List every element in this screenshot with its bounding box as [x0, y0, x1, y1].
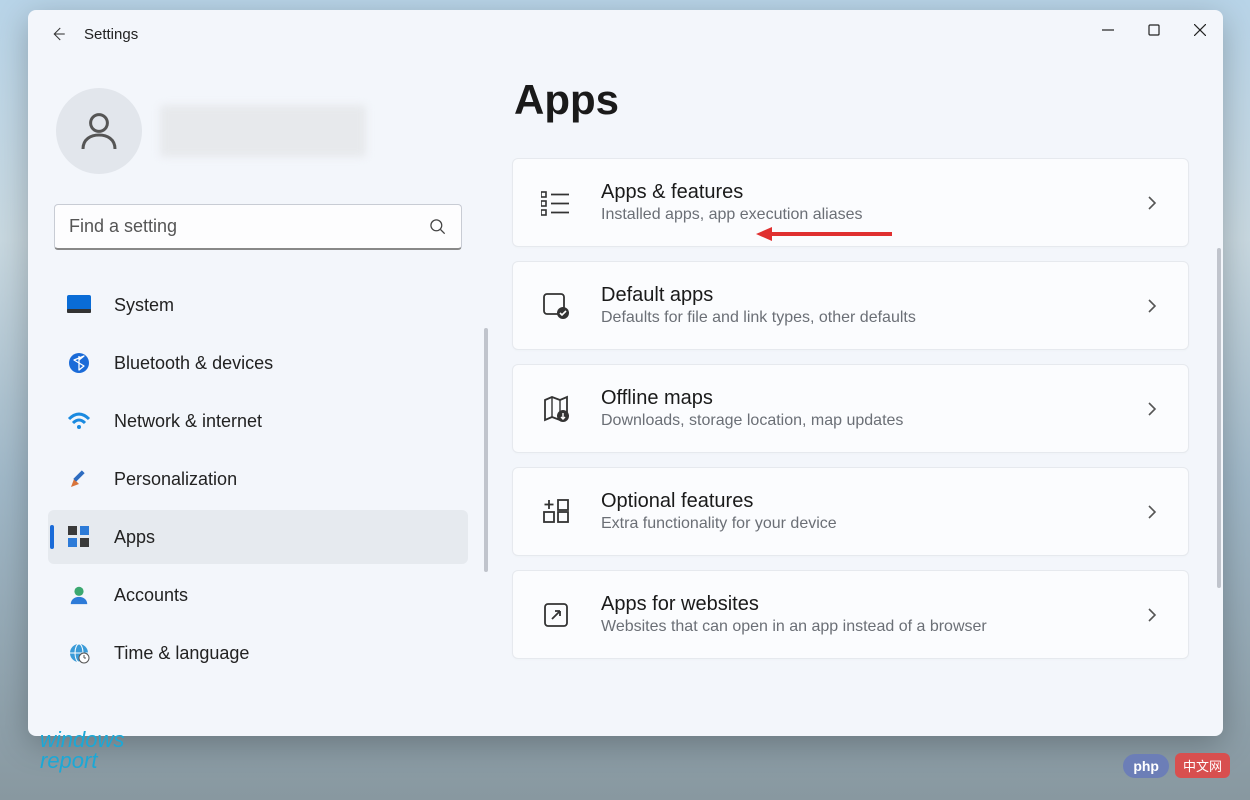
page-title: Apps	[514, 76, 1189, 124]
maximize-button[interactable]	[1131, 10, 1177, 50]
card-subtitle: Extra functionality for your device	[601, 515, 1114, 533]
chevron-right-icon	[1142, 296, 1162, 316]
accounts-icon	[66, 582, 92, 608]
list-icon	[539, 186, 573, 220]
main-panel: Apps Apps & features Installed apps, app…	[488, 58, 1223, 736]
personalization-icon	[66, 466, 92, 492]
offline-maps-icon	[539, 392, 573, 426]
sidebar-item-label: System	[114, 295, 174, 316]
sidebar-item-label: Time & language	[114, 643, 249, 664]
card-apps-features[interactable]: Apps & features Installed apps, app exec…	[512, 158, 1189, 247]
card-optional-features[interactable]: Optional features Extra functionality fo…	[512, 467, 1189, 556]
back-button[interactable]	[40, 16, 76, 52]
avatar	[56, 88, 142, 174]
network-icon	[66, 408, 92, 434]
profile-section[interactable]	[48, 70, 468, 198]
time-language-icon	[66, 640, 92, 666]
settings-window: Settings	[28, 10, 1223, 736]
sidebar-item-time-language[interactable]: Time & language	[48, 626, 468, 680]
card-subtitle: Installed apps, app execution aliases	[601, 206, 1114, 224]
sidebar-item-system[interactable]: System	[48, 278, 468, 332]
optional-features-icon	[539, 495, 573, 529]
person-icon	[75, 107, 123, 155]
sidebar-item-bluetooth[interactable]: Bluetooth & devices	[48, 336, 468, 390]
system-icon	[66, 292, 92, 318]
titlebar: Settings	[28, 10, 1223, 58]
card-default-apps[interactable]: Default apps Defaults for file and link …	[512, 261, 1189, 350]
sidebar-item-apps[interactable]: Apps	[48, 510, 468, 564]
sidebar-item-personalization[interactable]: Personalization	[48, 452, 468, 506]
arrow-left-icon	[49, 25, 67, 43]
sidebar-item-label: Accounts	[114, 585, 188, 606]
apps-websites-icon	[539, 598, 573, 632]
card-title: Apps & features	[601, 181, 1114, 204]
windows-report-watermark: windowsreport	[40, 730, 124, 772]
profile-name-blurred	[160, 105, 366, 157]
cn-badge: 中文网	[1175, 753, 1230, 778]
card-apps-for-websites[interactable]: Apps for websites Websites that can open…	[512, 570, 1189, 659]
card-title: Default apps	[601, 284, 1114, 307]
sidebar-nav: System Bluetooth & devices Network & int…	[48, 278, 468, 680]
chevron-right-icon	[1142, 605, 1162, 625]
cards-list: Apps & features Installed apps, app exec…	[512, 158, 1189, 659]
maximize-icon	[1148, 24, 1160, 36]
card-title: Offline maps	[601, 387, 1114, 410]
search-wrap	[54, 204, 462, 250]
chevron-right-icon	[1142, 193, 1162, 213]
sidebar-item-label: Apps	[114, 527, 155, 548]
sidebar-item-label: Network & internet	[114, 411, 262, 432]
search-input[interactable]	[54, 204, 462, 250]
window-controls	[1085, 10, 1223, 50]
card-title: Optional features	[601, 490, 1114, 513]
content: System Bluetooth & devices Network & int…	[28, 58, 1223, 736]
card-subtitle: Defaults for file and link types, other …	[601, 309, 1114, 327]
close-icon	[1194, 24, 1206, 36]
card-subtitle: Downloads, storage location, map updates	[601, 412, 1114, 430]
sidebar-item-label: Bluetooth & devices	[114, 353, 273, 374]
card-offline-maps[interactable]: Offline maps Downloads, storage location…	[512, 364, 1189, 453]
sidebar-item-accounts[interactable]: Accounts	[48, 568, 468, 622]
default-apps-icon	[539, 289, 573, 323]
chevron-right-icon	[1142, 399, 1162, 419]
sidebar: System Bluetooth & devices Network & int…	[28, 58, 488, 736]
chevron-right-icon	[1142, 502, 1162, 522]
sidebar-item-label: Personalization	[114, 469, 237, 490]
php-watermark: php 中文网	[1123, 753, 1230, 778]
minimize-icon	[1102, 24, 1114, 36]
card-title: Apps for websites	[601, 593, 1114, 616]
main-scrollbar[interactable]	[1217, 248, 1221, 588]
bluetooth-icon	[66, 350, 92, 376]
window-title: Settings	[84, 26, 138, 43]
close-button[interactable]	[1177, 10, 1223, 50]
php-badge: php	[1123, 754, 1169, 778]
card-subtitle: Websites that can open in an app instead…	[601, 618, 1114, 636]
minimize-button[interactable]	[1085, 10, 1131, 50]
apps-icon	[66, 524, 92, 550]
search-icon	[428, 217, 448, 237]
sidebar-item-network[interactable]: Network & internet	[48, 394, 468, 448]
